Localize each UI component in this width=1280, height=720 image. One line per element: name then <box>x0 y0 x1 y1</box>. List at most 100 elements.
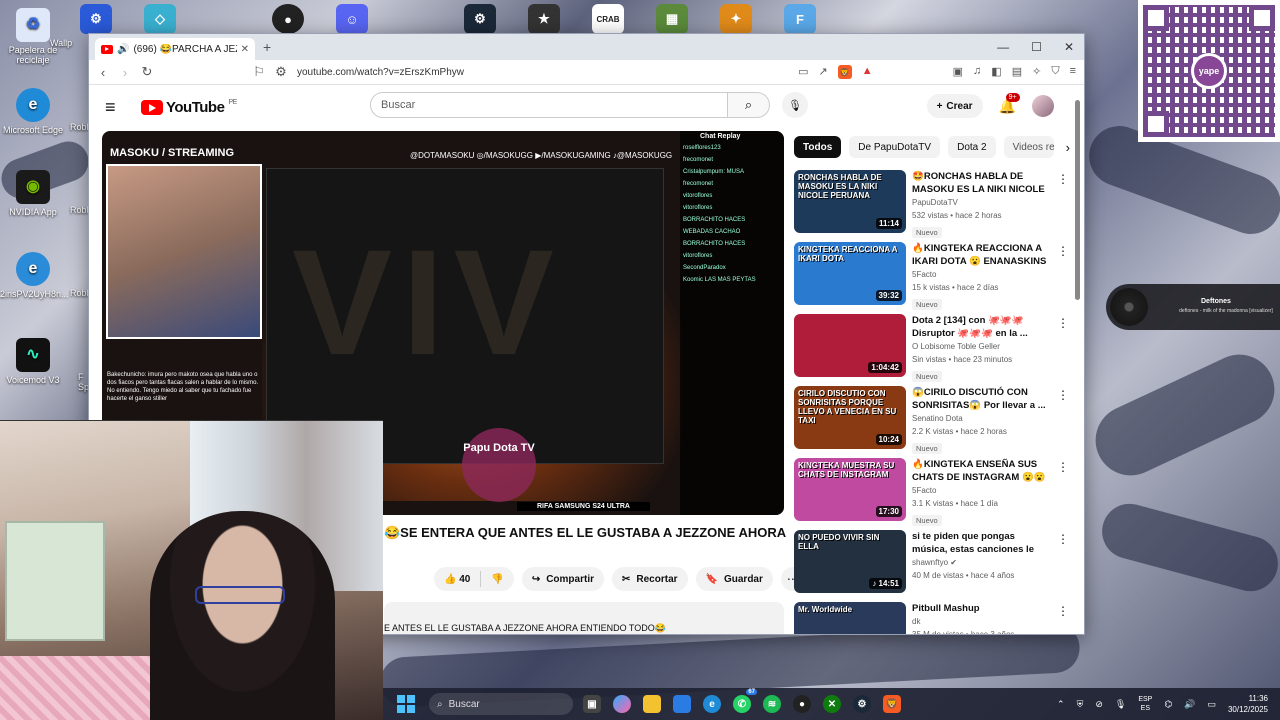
vpn-icon[interactable]: ⛉ <box>1051 65 1059 79</box>
recommendation-title[interactable]: Dota 2 [134] con 🐙🐙🐙 Disruptor 🐙🐙🐙 en la… <box>912 314 1052 340</box>
recommendation-channel[interactable]: 5Facto <box>912 484 1052 497</box>
desktop-icon-edge[interactable]: e Microsoft Edge <box>0 88 66 135</box>
kebab-menu-icon[interactable]: ⋮ <box>1057 172 1069 186</box>
recommendation-thumbnail[interactable]: NO PUEDO VIVIR SIN ELLA ♪ 14:51 <box>794 530 906 593</box>
kebab-menu-icon[interactable]: ⋮ <box>1057 316 1069 330</box>
recommendation-thumbnail[interactable]: CIRILO DISCUTIO CON SONRISITAS PORQUE LL… <box>794 386 906 449</box>
recommendation-channel[interactable]: shawnftyo ✔ <box>912 556 1052 569</box>
clock[interactable]: 11:36 30/12/2025 <box>1228 693 1268 715</box>
maximize-button[interactable]: ☐ <box>1031 40 1042 54</box>
site-settings-icon[interactable]: ⚙ <box>275 64 287 80</box>
desktop-icon-partial[interactable]: Robl <box>70 205 90 215</box>
recommendation-title[interactable]: si te piden que pongas música, estas can… <box>912 530 1052 556</box>
taskbar-search[interactable]: ⌕ Buscar <box>429 693 573 715</box>
brave-icon[interactable]: 🦁 <box>883 695 901 713</box>
minimize-button[interactable]: — <box>997 40 1009 54</box>
language-indicator[interactable]: ESP ES <box>1138 695 1152 713</box>
recommendation-item[interactable]: NO PUEDO VIVIR SIN ELLA ♪ 14:51 si te pide… <box>794 530 1069 602</box>
recommendation-title[interactable]: 🔥KINGTEKA REACCIONA A IKARI DOTA 😮 ENANA… <box>912 242 1052 268</box>
recommendation-title[interactable]: 🔥KINGTEKA ENSEÑA SUS CHATS DE INSTAGRAM … <box>912 458 1052 484</box>
recommendation-thumbnail[interactable]: KINGTEKA MUESTRA SU CHATS DE INSTAGRAM 17… <box>794 458 906 521</box>
save-button[interactable]: 🔖 Guardar <box>695 567 773 591</box>
clip-button[interactable]: ✂ Recortar <box>612 567 688 591</box>
recommendation-item[interactable]: KINGTEKA REACCIONA A IKARI DOTA 39:32 🔥KIN… <box>794 242 1069 314</box>
scrollbar-thumb[interactable] <box>1075 100 1080 300</box>
youtube-logo[interactable]: YouTube PE <box>141 99 237 116</box>
url-field[interactable]: youtube.com/watch?v=zErszKmPhyw <box>297 67 788 78</box>
minecraft-icon[interactable]: ▦ <box>656 4 688 34</box>
spotify-icon[interactable]: ≋ <box>763 695 781 713</box>
game-icon[interactable]: ★ <box>528 4 560 34</box>
discord-icon[interactable]: ☺ <box>336 4 368 34</box>
desktop-icon-voicemod[interactable]: ∿ Voicemod V3 <box>0 338 66 385</box>
close-tab-icon[interactable]: ✕ <box>241 44 249 55</box>
kebab-menu-icon[interactable]: ⋮ <box>1057 244 1069 258</box>
search-input[interactable]: Buscar <box>370 92 728 118</box>
xbox-icon[interactable]: ✕ <box>823 695 841 713</box>
mic-icon[interactable]: 🎙 <box>1115 699 1126 710</box>
crabgame-icon[interactable]: CRAB <box>592 4 624 34</box>
kebab-menu-icon[interactable]: ⋮ <box>1057 604 1069 618</box>
bookmark-icon[interactable]: ⚐ <box>253 64 265 80</box>
recommendation-item[interactable]: 1:04:42 Dota 2 [134] con 🐙🐙🐙 Disruptor 🐙🐙… <box>794 314 1069 386</box>
leo-icon[interactable]: ✧ <box>1032 65 1041 79</box>
avatar[interactable] <box>1032 95 1054 117</box>
steam-icon[interactable]: ⚙ <box>853 695 871 713</box>
recommendation-channel[interactable]: PapuDotaTV <box>912 196 1052 209</box>
volume-icon[interactable]: 🔊 <box>1184 699 1195 710</box>
sidebar-icon[interactable]: ◧ <box>991 65 1001 79</box>
kebab-menu-icon[interactable]: ⋮ <box>1057 388 1069 402</box>
chip-todos[interactable]: Todos <box>794 136 842 158</box>
wallet-icon[interactable]: ▣ <box>953 65 963 79</box>
tab-youtube[interactable]: 🔊 (696) 😂PARCHA A JEZZONE ✕ <box>95 38 255 60</box>
recommendation-item[interactable]: KINGTEKA MUESTRA SU CHATS DE INSTAGRAM 17… <box>794 458 1069 530</box>
chip-de-papudotatv[interactable]: De PapuDotaTV <box>849 136 941 158</box>
desktop-icon-nvidia[interactable]: ◉ NVIDIA App <box>0 170 66 217</box>
obs-icon[interactable]: ● <box>793 695 811 713</box>
recommendation-item[interactable]: RONCHAS HABLA DE MASOKU ES LA NIKI NICOL… <box>794 170 1069 242</box>
store-icon[interactable] <box>673 695 691 713</box>
desktop-icon-recycle-bin[interactable]: ♻ Papelera de reciclaje <box>0 8 66 65</box>
recommendation-thumbnail[interactable]: KINGTEKA REACCIONA A IKARI DOTA 39:32 <box>794 242 906 305</box>
recommendation-channel[interactable]: O Lobisome Toble Geller <box>912 340 1052 353</box>
create-button[interactable]: + Crear <box>926 94 983 118</box>
recommendation-item[interactable]: CIRILO DISCUTIO CON SONRISITAS PORQUE LL… <box>794 386 1069 458</box>
wallet-2-icon[interactable]: ▤ <box>1012 65 1022 79</box>
app-f-icon[interactable]: F <box>784 4 816 34</box>
recommendation-channel[interactable]: dk <box>912 615 1052 628</box>
search-button[interactable]: ⌕ <box>728 92 770 118</box>
recommendation-thumbnail[interactable]: 1:04:42 <box>794 314 906 377</box>
bluetooth-icon[interactable]: ⚙ <box>80 4 112 34</box>
brave-shields-icon[interactable]: 🦁 <box>837 65 852 79</box>
music-icon[interactable]: ♫ <box>973 65 981 79</box>
recommendation-channel[interactable]: Senatino Dota <box>912 412 1052 425</box>
desktop-icon-partial[interactable]: Robl <box>70 122 90 132</box>
copilot-icon[interactable] <box>613 695 631 713</box>
recommendation-title[interactable]: 😱CIRILO DISCUTIÓ CON SONRISITAS😱 Por lle… <box>912 386 1052 412</box>
recommendation-thumbnail[interactable]: RONCHAS HABLA DE MASOKU ES LA NIKI NICOL… <box>794 170 906 233</box>
obs-icon[interactable]: ● <box>272 4 304 34</box>
forward-button[interactable]: › <box>119 65 131 80</box>
close-window-button[interactable]: ✕ <box>1064 40 1074 54</box>
desktop-icon-partial[interactable]: Wallp <box>50 38 90 48</box>
voice-search-button[interactable]: 🎙 <box>782 92 808 118</box>
desktop-icon-partial[interactable]: Robl <box>70 288 90 298</box>
new-tab-button[interactable]: + <box>263 39 271 55</box>
like-button[interactable]: 👍 40 <box>444 574 470 585</box>
file-explorer-icon[interactable] <box>643 695 661 713</box>
whatsapp-icon[interactable]: ✆ 67 <box>733 689 757 713</box>
notifications-button[interactable]: 🔔 9+ <box>999 92 1020 115</box>
recommendation-title[interactable]: 🤩RONCHAS HABLA DE MASOKU ES LA NIKI NICO… <box>912 170 1052 196</box>
kebab-menu-icon[interactable]: ⋮ <box>1057 460 1069 474</box>
battery-icon[interactable]: ▭ <box>1207 699 1216 710</box>
back-button[interactable]: ‹ <box>97 65 109 80</box>
recommendation-item[interactable]: Mr. Worldwide Pitbull Mashup dk 35 M de vis… <box>794 602 1069 634</box>
wifi-icon[interactable]: ⌬ <box>1164 699 1172 710</box>
edge-icon[interactable]: e <box>703 695 721 713</box>
chip-videos-relacionados[interactable]: Videos re <box>1003 136 1054 158</box>
dislike-button[interactable]: 👎 <box>491 574 503 585</box>
app-icon[interactable]: ◇ <box>144 4 176 34</box>
recommendation-title[interactable]: Pitbull Mashup <box>912 602 1052 615</box>
recommendation-thumbnail[interactable]: Mr. Worldwide <box>794 602 906 634</box>
page-scrollbar[interactable] <box>1074 86 1082 634</box>
